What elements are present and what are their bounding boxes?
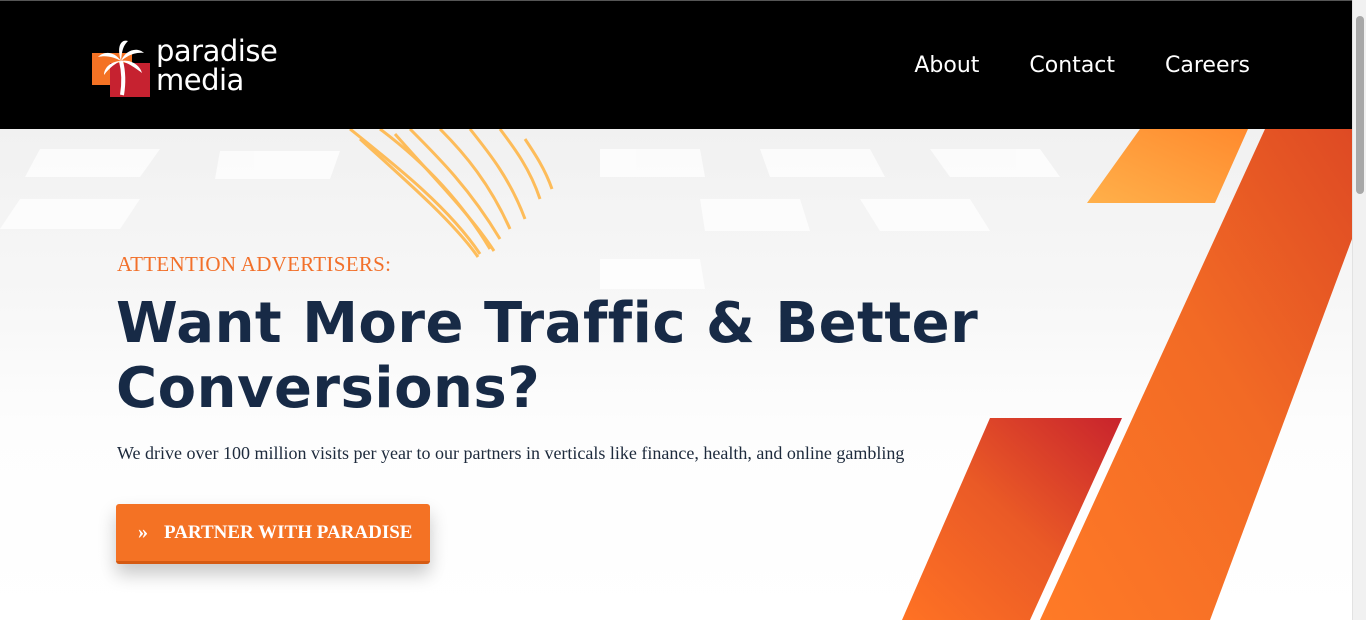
page-scrollbar[interactable] <box>1352 0 1366 620</box>
palm-leaf-decoration <box>349 129 554 258</box>
hero-section: ATTENTION ADVERTISERS: Want More Traffic… <box>0 129 1352 620</box>
main-nav: About Contact Careers <box>914 51 1250 81</box>
palm-tree-logo-icon <box>92 40 150 97</box>
partner-with-paradise-button[interactable]: » PARTNER WITH PARADISE <box>116 504 430 564</box>
double-chevron-right-icon: » <box>138 521 148 543</box>
hero-headline-line-1: Want More Traffic & Better <box>116 291 979 356</box>
nav-link-careers[interactable]: Careers <box>1165 51 1250 81</box>
hero-headline: Want More Traffic & Better Conversions? <box>116 291 1016 421</box>
nav-link-about[interactable]: About <box>914 51 979 81</box>
paradise-media-logo[interactable]: paradise media <box>92 34 302 101</box>
hero-eyebrow: ATTENTION ADVERTISERS: <box>117 252 392 276</box>
nav-link-contact[interactable]: Contact <box>1029 51 1115 81</box>
site-header: paradise media About Contact Careers <box>0 0 1352 129</box>
logo-wordmark: paradise media <box>156 34 278 97</box>
hero-headline-line-2: Conversions? <box>116 356 541 421</box>
cta-label: PARTNER WITH PARADISE <box>164 521 413 543</box>
logo-line-2: media <box>156 63 244 97</box>
hero-lead-text: We drive over 100 million visits per yea… <box>117 443 905 463</box>
logo-line-1: paradise <box>156 34 278 68</box>
scrollbar-thumb[interactable] <box>1356 16 1364 194</box>
